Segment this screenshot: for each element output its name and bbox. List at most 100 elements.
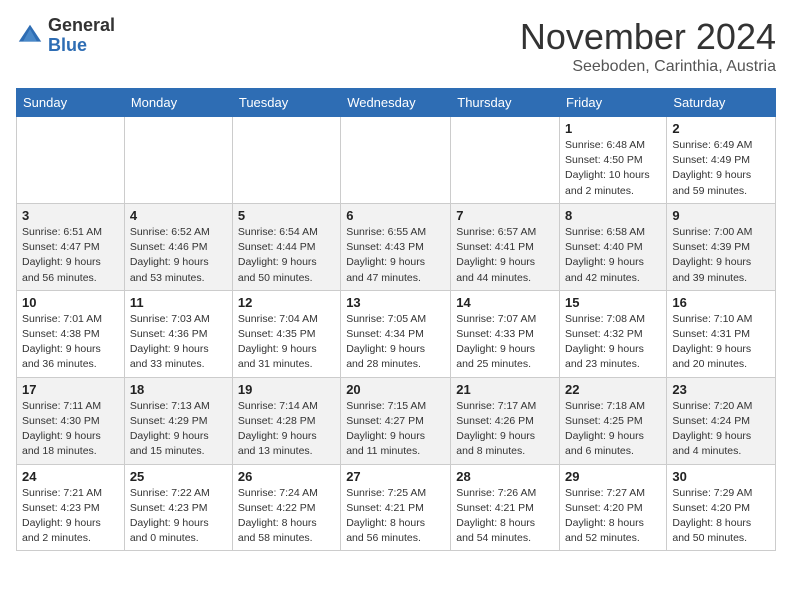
day-cell: 25 Sunrise: 7:22 AM Sunset: 4:23 PM Dayli… [124, 464, 232, 551]
day-number: 16 [672, 295, 770, 310]
logo-blue-text: Blue [48, 36, 115, 56]
day-info: Sunrise: 7:04 AM Sunset: 4:35 PM Dayligh… [238, 312, 335, 373]
day-info: Sunrise: 7:15 AM Sunset: 4:27 PM Dayligh… [346, 399, 445, 460]
day-number: 20 [346, 382, 445, 397]
day-number: 21 [456, 382, 554, 397]
day-cell: 15 Sunrise: 7:08 AM Sunset: 4:32 PM Dayli… [560, 290, 667, 377]
day-info: Sunrise: 7:20 AM Sunset: 4:24 PM Dayligh… [672, 399, 770, 460]
day-cell: 16 Sunrise: 7:10 AM Sunset: 4:31 PM Dayli… [667, 290, 776, 377]
day-number: 25 [130, 469, 227, 484]
day-info: Sunrise: 6:54 AM Sunset: 4:44 PM Dayligh… [238, 225, 335, 286]
day-info: Sunrise: 7:25 AM Sunset: 4:21 PM Dayligh… [346, 486, 445, 547]
day-info: Sunrise: 7:29 AM Sunset: 4:20 PM Dayligh… [672, 486, 770, 547]
month-title: November 2024 [520, 16, 776, 58]
day-number: 13 [346, 295, 445, 310]
week-row-4: 17Sunrise: 7:11 AM Sunset: 4:30 PM Dayli… [17, 377, 776, 464]
day-info: Sunrise: 7:08 AM Sunset: 4:32 PM Dayligh… [565, 312, 661, 373]
day-info: Sunrise: 7:18 AM Sunset: 4:25 PM Dayligh… [565, 399, 661, 460]
day-number: 8 [565, 208, 661, 223]
header-row: SundayMondayTuesdayWednesdayThursdayFrid… [17, 89, 776, 117]
day-info: Sunrise: 7:00 AM Sunset: 4:39 PM Dayligh… [672, 225, 770, 286]
day-info: Sunrise: 7:26 AM Sunset: 4:21 PM Dayligh… [456, 486, 554, 547]
day-cell: 8Sunrise: 6:58 AM Sunset: 4:40 PM Daylig… [560, 203, 667, 290]
day-number: 5 [238, 208, 335, 223]
day-cell [451, 117, 560, 204]
day-number: 4 [130, 208, 227, 223]
day-number: 27 [346, 469, 445, 484]
day-cell: 24 Sunrise: 7:21 AM Sunset: 4:23 PM Dayli… [17, 464, 125, 551]
day-info: Sunrise: 7:13 AM Sunset: 4:29 PM Dayligh… [130, 399, 227, 460]
day-number: 15 [565, 295, 661, 310]
day-cell: 5 Sunrise: 6:54 AM Sunset: 4:44 PM Daylig… [232, 203, 340, 290]
day-number: 28 [456, 469, 554, 484]
day-info: Sunrise: 7:05 AM Sunset: 4:34 PM Dayligh… [346, 312, 445, 373]
day-cell: 12 Sunrise: 7:04 AM Sunset: 4:35 PM Dayli… [232, 290, 340, 377]
day-cell: 1 Sunrise: 6:48 AM Sunset: 4:50 PM Daylig… [560, 117, 667, 204]
title-area: November 2024 Seeboden, Carinthia, Austr… [520, 16, 776, 76]
day-cell: 6Sunrise: 6:55 AM Sunset: 4:43 PM Daylig… [341, 203, 451, 290]
day-info: Sunrise: 7:27 AM Sunset: 4:20 PM Dayligh… [565, 486, 661, 547]
day-info: Sunrise: 7:22 AM Sunset: 4:23 PM Dayligh… [130, 486, 227, 547]
day-cell: 21 Sunrise: 7:17 AM Sunset: 4:26 PM Dayli… [451, 377, 560, 464]
day-number: 23 [672, 382, 770, 397]
logo-text: General Blue [48, 16, 115, 56]
day-number: 9 [672, 208, 770, 223]
day-number: 14 [456, 295, 554, 310]
header-cell-monday: Monday [124, 89, 232, 117]
header-cell-sunday: Sunday [17, 89, 125, 117]
day-number: 12 [238, 295, 335, 310]
day-info: Sunrise: 7:01 AM Sunset: 4:38 PM Dayligh… [22, 312, 119, 373]
header: General Blue November 2024 Seeboden, Car… [16, 16, 776, 76]
day-cell: 3 Sunrise: 6:51 AM Sunset: 4:47 PM Daylig… [17, 203, 125, 290]
day-number: 1 [565, 121, 661, 136]
day-info: Sunrise: 6:48 AM Sunset: 4:50 PM Dayligh… [565, 138, 661, 199]
day-cell: 22 Sunrise: 7:18 AM Sunset: 4:25 PM Dayli… [560, 377, 667, 464]
header-cell-saturday: Saturday [667, 89, 776, 117]
day-cell: 2Sunrise: 6:49 AM Sunset: 4:49 PM Daylig… [667, 117, 776, 204]
day-info: Sunrise: 6:57 AM Sunset: 4:41 PM Dayligh… [456, 225, 554, 286]
week-row-3: 10 Sunrise: 7:01 AM Sunset: 4:38 PM Dayli… [17, 290, 776, 377]
day-cell [232, 117, 340, 204]
day-number: 3 [22, 208, 119, 223]
day-number: 22 [565, 382, 661, 397]
day-number: 26 [238, 469, 335, 484]
day-number: 29 [565, 469, 661, 484]
day-cell: 19Sunrise: 7:14 AM Sunset: 4:28 PM Dayli… [232, 377, 340, 464]
day-cell: 9 Sunrise: 7:00 AM Sunset: 4:39 PM Daylig… [667, 203, 776, 290]
week-row-2: 3 Sunrise: 6:51 AM Sunset: 4:47 PM Daylig… [17, 203, 776, 290]
day-cell: 30 Sunrise: 7:29 AM Sunset: 4:20 PM Dayli… [667, 464, 776, 551]
day-number: 18 [130, 382, 227, 397]
logo: General Blue [16, 16, 115, 56]
day-cell: 17Sunrise: 7:11 AM Sunset: 4:30 PM Dayli… [17, 377, 125, 464]
day-cell: 10 Sunrise: 7:01 AM Sunset: 4:38 PM Dayli… [17, 290, 125, 377]
week-row-1: 1 Sunrise: 6:48 AM Sunset: 4:50 PM Daylig… [17, 117, 776, 204]
day-cell: 18 Sunrise: 7:13 AM Sunset: 4:29 PM Dayli… [124, 377, 232, 464]
day-info: Sunrise: 6:51 AM Sunset: 4:47 PM Dayligh… [22, 225, 119, 286]
header-cell-thursday: Thursday [451, 89, 560, 117]
day-info: Sunrise: 6:55 AM Sunset: 4:43 PM Dayligh… [346, 225, 445, 286]
day-number: 19 [238, 382, 335, 397]
location-title: Seeboden, Carinthia, Austria [520, 58, 776, 76]
header-cell-tuesday: Tuesday [232, 89, 340, 117]
day-info: Sunrise: 7:07 AM Sunset: 4:33 PM Dayligh… [456, 312, 554, 373]
day-cell: 23 Sunrise: 7:20 AM Sunset: 4:24 PM Dayli… [667, 377, 776, 464]
calendar-table: SundayMondayTuesdayWednesdayThursdayFrid… [16, 88, 776, 551]
day-cell [17, 117, 125, 204]
day-info: Sunrise: 6:52 AM Sunset: 4:46 PM Dayligh… [130, 225, 227, 286]
day-cell: 26Sunrise: 7:24 AM Sunset: 4:22 PM Dayli… [232, 464, 340, 551]
day-number: 30 [672, 469, 770, 484]
day-number: 7 [456, 208, 554, 223]
day-info: Sunrise: 7:17 AM Sunset: 4:26 PM Dayligh… [456, 399, 554, 460]
day-number: 24 [22, 469, 119, 484]
day-info: Sunrise: 7:10 AM Sunset: 4:31 PM Dayligh… [672, 312, 770, 373]
day-cell [341, 117, 451, 204]
logo-icon [16, 22, 44, 50]
week-row-5: 24 Sunrise: 7:21 AM Sunset: 4:23 PM Dayli… [17, 464, 776, 551]
day-info: Sunrise: 7:21 AM Sunset: 4:23 PM Dayligh… [22, 486, 119, 547]
logo-general-text: General [48, 16, 115, 36]
day-cell: 4 Sunrise: 6:52 AM Sunset: 4:46 PM Daylig… [124, 203, 232, 290]
day-number: 10 [22, 295, 119, 310]
day-info: Sunrise: 7:03 AM Sunset: 4:36 PM Dayligh… [130, 312, 227, 373]
day-cell: 29 Sunrise: 7:27 AM Sunset: 4:20 PM Dayli… [560, 464, 667, 551]
day-info: Sunrise: 6:49 AM Sunset: 4:49 PM Dayligh… [672, 138, 770, 199]
